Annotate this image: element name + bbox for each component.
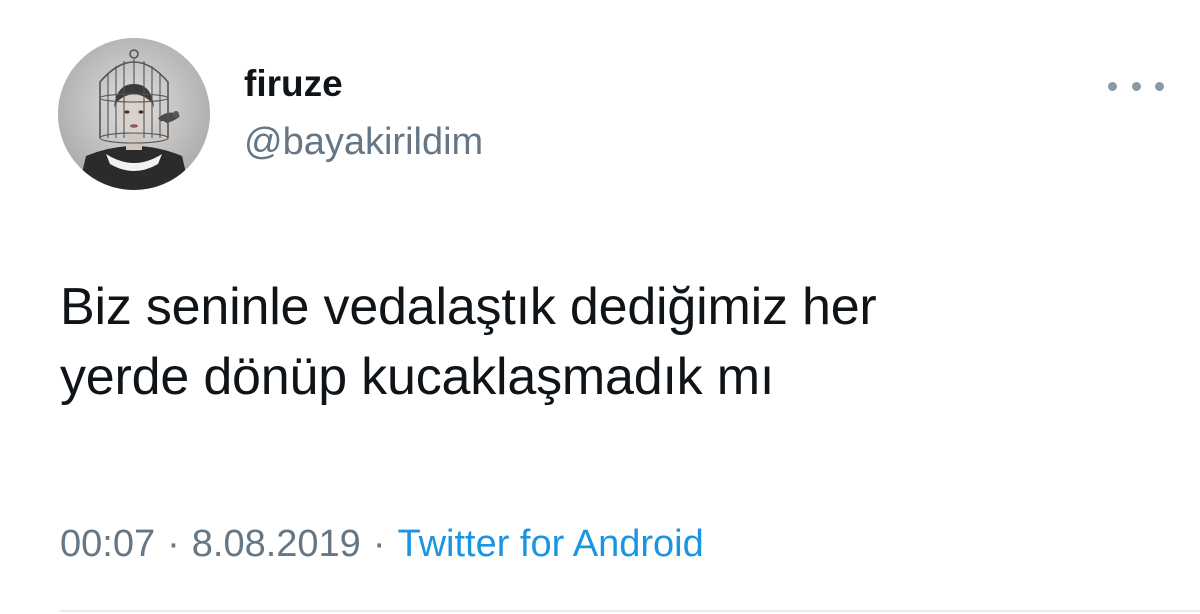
more-options-button[interactable] <box>1108 64 1164 108</box>
avatar-photo-icon <box>58 38 210 190</box>
tweet-card: firuze @bayakirildim Biz seninle vedalaş… <box>0 0 1200 614</box>
profile-avatar[interactable] <box>58 38 210 190</box>
tweet-source-link[interactable]: Twitter for Android <box>397 523 703 565</box>
more-horizontal-icon <box>1108 81 1117 91</box>
tweet-time[interactable]: 00:07 <box>60 523 155 565</box>
more-horizontal-icon <box>1155 81 1164 91</box>
tweet-text: Biz seninle vedalaştık dediğimiz her yer… <box>60 272 1160 412</box>
display-name[interactable]: firuze <box>244 62 343 106</box>
divider <box>60 610 1200 612</box>
tweet-text-line: yerde dönüp kucaklaşmadık mı <box>60 348 775 406</box>
tweet-text-line: Biz seninle vedalaştık dediğimiz her <box>60 278 877 336</box>
user-handle[interactable]: @bayakirildim <box>244 120 483 164</box>
tweet-date[interactable]: 8.08.2019 <box>192 523 361 565</box>
meta-separator: · <box>372 523 386 565</box>
more-horizontal-icon <box>1131 81 1141 91</box>
tweet-meta: 00:07 · 8.08.2019 · Twitter for Android <box>60 520 704 568</box>
meta-separator: · <box>167 523 180 565</box>
